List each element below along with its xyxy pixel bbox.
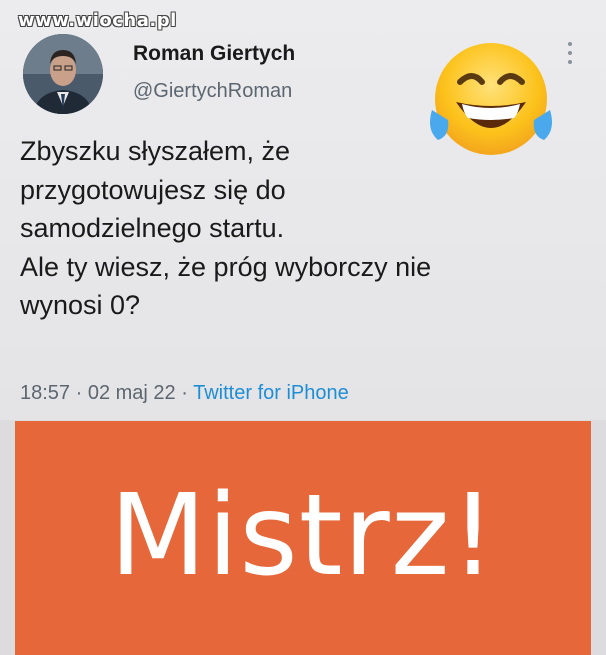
tweet-text-line: Zbyszku słyszałem, że — [20, 136, 291, 166]
tweet-text-line: Ale ty wiesz, że próg wyborczy nie — [20, 251, 432, 282]
tweet-text-line: przygotowujesz się do — [20, 174, 286, 205]
meta-separator: · — [175, 382, 194, 404]
tweet-date[interactable]: 02 maj 22 — [88, 382, 176, 404]
avatar[interactable] — [23, 34, 103, 114]
tweet-text-line: wynosi 0? — [20, 290, 141, 320]
tweet-meta: 18:57 · 02 maj 22 · Twitter for iPhone — [20, 382, 349, 405]
author-name[interactable]: Roman Giertych — [133, 42, 295, 66]
more-options-icon[interactable] — [566, 42, 574, 64]
banner-text: Mistrz! — [109, 471, 497, 601]
tweet-time[interactable]: 18:57 — [20, 382, 70, 404]
profile-photo-icon — [23, 34, 103, 114]
caption-banner: Mistrz! — [15, 421, 591, 655]
watermark: www.wiocha.pl — [18, 10, 177, 31]
meta-separator: · — [70, 382, 88, 404]
tweet-text-line: samodzielnego startu. — [20, 213, 285, 243]
tweet-source-link[interactable]: Twitter for iPhone — [193, 382, 349, 404]
author-handle[interactable]: @GiertychRoman — [133, 80, 292, 103]
tweet-text: Zbyszku słyszałem, że przygotowujesz się… — [20, 132, 460, 325]
tweet-card: www.wiocha.pl Roman Giertych @GiertychRo… — [0, 0, 606, 420]
